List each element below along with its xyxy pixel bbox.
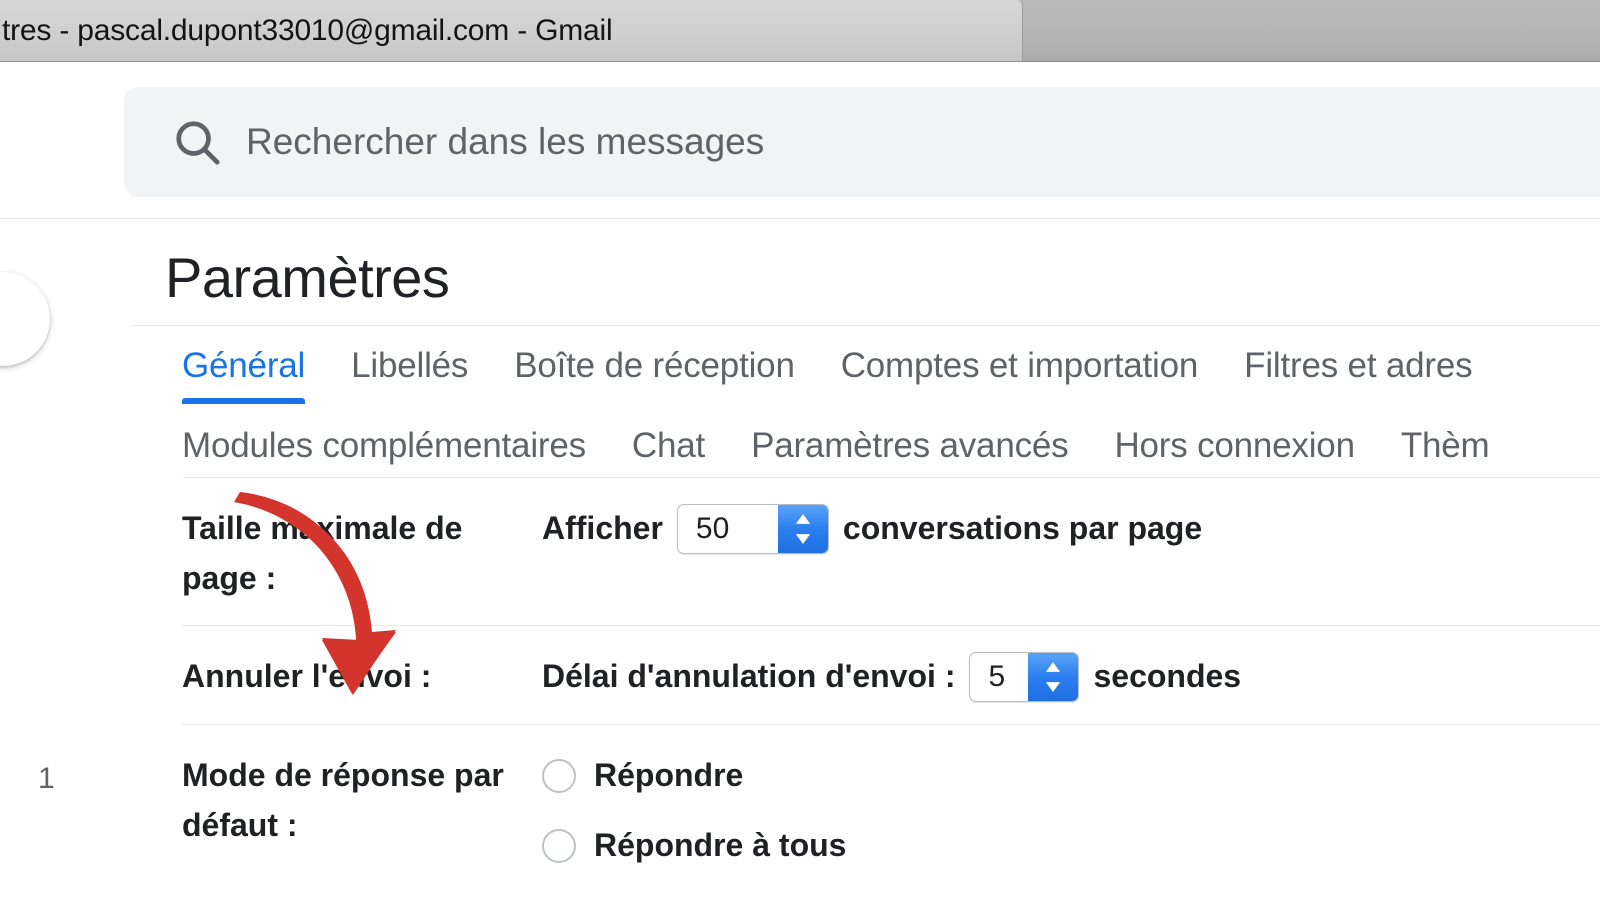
tab-libelles[interactable]: Libellés: [351, 346, 468, 404]
undo-send-delay-select[interactable]: 5: [969, 652, 1080, 703]
settings-tabs-row-2: Modules complémentaires Chat Paramètres …: [130, 404, 1600, 476]
settings-panel: Paramètres Général Libellés Boîte de réc…: [130, 219, 1600, 900]
setting-control-page-size: Afficher 50 conversations par page: [542, 504, 1600, 554]
tab-comptes-et-importation[interactable]: Comptes et importation: [841, 346, 1199, 404]
search-bar[interactable]: [124, 87, 1600, 197]
page-number: 1: [38, 762, 55, 795]
gmail-header: [0, 62, 1600, 219]
tab-boite-de-reception[interactable]: Boîte de réception: [514, 346, 795, 404]
page-size-select[interactable]: 50: [676, 504, 829, 554]
tab-filtres-et-adresses[interactable]: Filtres et adres: [1244, 346, 1472, 404]
page-title: Paramètres: [165, 246, 450, 309]
page-size-suffix-label: conversations par page: [842, 510, 1203, 547]
settings-tabs: Général Libellés Boîte de réception Comp…: [130, 326, 1600, 476]
chevron-updown-icon: [1028, 653, 1079, 702]
default-reply-radio-group: Répondre Répondre à tous: [542, 751, 846, 870]
radio-option-repondre-a-tous[interactable]: Répondre à tous: [542, 821, 846, 871]
settings-table: Taille maximale de page : Afficher 50 co…: [182, 477, 1600, 892]
undo-send-delay-value: 5: [988, 659, 1006, 693]
setting-control-default-reply: Répondre Répondre à tous: [542, 751, 1600, 870]
page-size-select-value: 50: [695, 511, 730, 545]
page-size-prefix-label: Afficher: [542, 510, 663, 547]
tab-hors-connexion[interactable]: Hors connexion: [1114, 426, 1355, 476]
browser-tab-title: tres - pascal.dupont33010@gmail.com - Gm…: [2, 13, 613, 47]
search-input[interactable]: [246, 121, 1600, 163]
search-icon: [170, 115, 224, 169]
tab-themes[interactable]: Thèm: [1401, 426, 1490, 476]
screen-root: tres - pascal.dupont33010@gmail.com - Gm…: [0, 0, 1600, 900]
browser-chrome: tres - pascal.dupont33010@gmail.com - Gm…: [0, 0, 1600, 62]
tab-parametres-avances[interactable]: Paramètres avancés: [751, 426, 1069, 476]
browser-tab[interactable]: tres - pascal.dupont33010@gmail.com - Gm…: [0, 0, 1023, 61]
setting-row-undo-send: Annuler l'envoi : Délai d'annulation d'e…: [182, 625, 1600, 724]
setting-control-undo-send: Délai d'annulation d'envoi : 5 secondes: [542, 652, 1600, 703]
chevron-updown-icon: [777, 505, 828, 553]
radio-option-repondre[interactable]: Répondre: [542, 751, 846, 801]
setting-label-default-reply: Mode de réponse par défaut :: [182, 757, 504, 843]
radio-icon[interactable]: [542, 828, 576, 863]
setting-row-page-size: Taille maximale de page : Afficher 50 co…: [182, 477, 1600, 625]
tab-modules-complementaires[interactable]: Modules complémentaires: [182, 426, 586, 476]
tab-chat[interactable]: Chat: [632, 426, 705, 476]
radio-label-repondre: Répondre: [594, 757, 744, 794]
setting-label-page-size: Taille maximale de page :: [182, 510, 463, 596]
tab-general[interactable]: Général: [182, 346, 305, 404]
undo-send-prefix-label: Délai d'annulation d'envoi :: [542, 658, 956, 695]
radio-icon[interactable]: [542, 758, 576, 793]
settings-tabs-row-1: Général Libellés Boîte de réception Comp…: [130, 326, 1600, 404]
setting-label-undo-send: Annuler l'envoi :: [182, 658, 432, 695]
setting-row-default-reply: Mode de réponse par défaut : Répondre Ré…: [182, 724, 1600, 892]
radio-label-repondre-a-tous: Répondre à tous: [594, 826, 847, 863]
undo-send-suffix-label: secondes: [1093, 658, 1242, 695]
compose-button[interactable]: [0, 272, 50, 366]
